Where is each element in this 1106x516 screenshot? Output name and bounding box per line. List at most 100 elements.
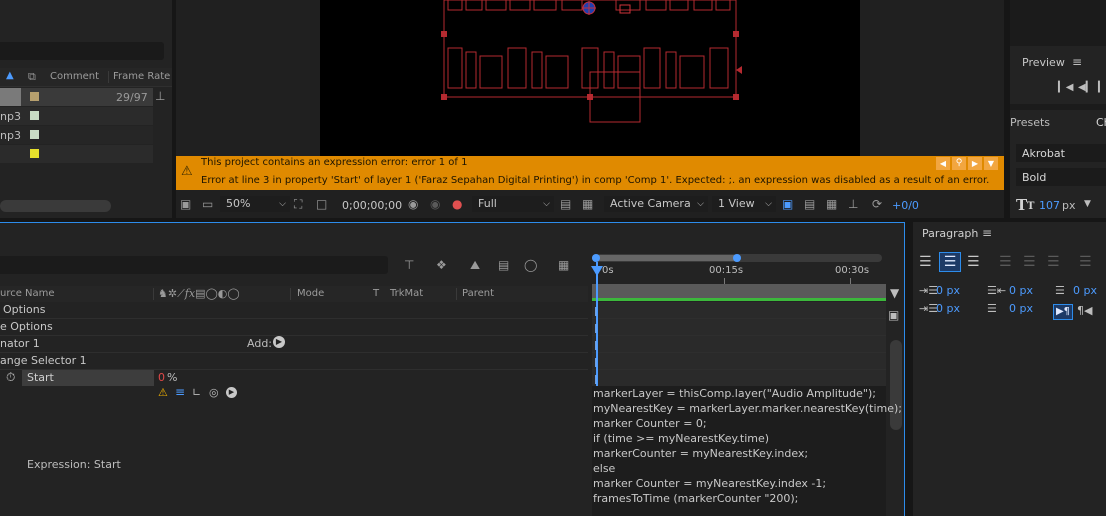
draft-3d-icon[interactable]: ❖ xyxy=(436,259,447,271)
stopwatch-icon[interactable]: ⏱ xyxy=(6,370,15,385)
chevron-down-icon[interactable]: ▼ xyxy=(1084,199,1091,209)
graph-icon[interactable]: ∟ xyxy=(192,386,201,399)
views-dropdown[interactable]: 1 View ⌵ xyxy=(712,196,776,212)
trkmat-header[interactable]: TrkMat xyxy=(390,288,423,299)
rtl-direction-icon[interactable]: ¶◀ xyxy=(1077,304,1092,317)
composition-mini-flowchart-icon[interactable]: ⊤ xyxy=(404,259,414,271)
layer-property-row[interactable]: e Options xyxy=(0,320,53,333)
effects-presets-tab[interactable]: Presets Ch xyxy=(1010,110,1106,136)
space-before-value[interactable]: 0 px xyxy=(1073,284,1097,297)
viewer-canvas[interactable] xyxy=(320,0,860,156)
panel-menu-icon[interactable]: ≡ xyxy=(1072,55,1082,69)
comment-column-header[interactable]: Comment xyxy=(50,71,99,82)
previous-error-button[interactable]: ◀ xyxy=(936,157,950,170)
sort-arrow-icon[interactable]: ▲ xyxy=(6,70,14,81)
align-center-icon[interactable]: ☰ xyxy=(939,252,961,272)
fit-frame-icon[interactable]: ⛶ xyxy=(294,198,302,210)
justify-left-icon[interactable]: ☰ xyxy=(999,254,1012,270)
camera-dropdown[interactable]: Active Camera ⌵ xyxy=(604,196,708,212)
timecode[interactable]: 0;00;00;00 xyxy=(342,199,402,212)
always-preview-icon[interactable]: ▣ xyxy=(180,198,191,210)
start-value[interactable]: 0 xyxy=(158,371,165,384)
project-scrollbar[interactable] xyxy=(0,200,111,212)
flowchart-icon[interactable]: ⊥ xyxy=(155,90,165,102)
layer-property-row[interactable]: ange Selector 1 xyxy=(0,354,87,367)
frame-rate-column-header[interactable]: Frame Rate xyxy=(113,71,170,82)
layer-property-row[interactable]: Options xyxy=(3,303,45,316)
parent-header[interactable]: Parent xyxy=(462,288,494,299)
transparency-grid-icon[interactable]: ▦ xyxy=(582,198,593,210)
justify-all-icon[interactable]: ☰ xyxy=(1079,254,1092,270)
region-toggle-icon[interactable]: ▤ xyxy=(560,198,571,210)
enable-expression-icon[interactable]: ≡ xyxy=(175,385,185,399)
navigator-range[interactable] xyxy=(592,255,737,261)
start-label: Start xyxy=(27,371,54,384)
preview-panel: Preview ≡ ▎◀ ◀▎ ▎ xyxy=(1010,48,1106,104)
frame-blending-icon[interactable]: ▤ xyxy=(498,259,509,271)
layer-duration-bar[interactable] xyxy=(592,298,886,301)
font-style-dropdown[interactable]: Bold xyxy=(1016,168,1106,186)
find-error-icon[interactable]: ⚲ xyxy=(952,157,966,170)
first-line-indent-value[interactable]: 0 px xyxy=(936,302,960,315)
time-navigator[interactable] xyxy=(592,254,882,262)
exposure-value[interactable]: +0/0 xyxy=(892,199,919,212)
motion-blur-icon[interactable]: ◯ xyxy=(524,259,537,271)
font-family-dropdown[interactable]: Akrobat xyxy=(1016,144,1106,162)
exposure-reset-icon[interactable]: ⟳ xyxy=(872,198,882,210)
expression-error-bar[interactable]: ⚠ This project contains an expression er… xyxy=(176,156,1004,190)
indent-left-value[interactable]: 0 px xyxy=(936,284,960,297)
show-snapshot-icon[interactable]: ◉ xyxy=(430,198,440,210)
justify-right-icon[interactable]: ☰ xyxy=(1047,254,1060,270)
character-tab[interactable]: Ch xyxy=(1096,116,1106,129)
playhead-handle-icon[interactable] xyxy=(591,266,603,276)
timeline-search-input[interactable] xyxy=(0,256,388,274)
panel-menu-icon[interactable]: ≡ xyxy=(982,226,992,240)
region-of-interest-icon[interactable]: □ xyxy=(316,198,327,210)
project-row[interactable]: 29/97 xyxy=(0,88,153,106)
indent-right-value[interactable]: 0 px xyxy=(1009,284,1033,297)
start-property-row[interactable]: ⏱ Start 0 % xyxy=(0,370,588,386)
align-left-icon[interactable]: ☰ xyxy=(919,254,932,270)
source-name-header[interactable]: urce Name xyxy=(0,288,55,299)
navigator-end-handle[interactable] xyxy=(733,254,741,262)
justify-center-icon[interactable]: ☰ xyxy=(1023,254,1036,270)
time-ruler[interactable]: 0s 00:15s 00:30s xyxy=(592,264,886,284)
play-icon[interactable]: ▎ xyxy=(1098,82,1106,93)
zoom-dropdown[interactable]: 50% ⌵ xyxy=(220,196,290,212)
layer-property-row[interactable]: nator 1 xyxy=(0,337,40,350)
previous-frame-icon[interactable]: ◀▎ xyxy=(1078,82,1093,93)
font-size-value[interactable]: 107 xyxy=(1039,199,1060,212)
t-header[interactable]: T xyxy=(373,288,379,299)
navigator-start-handle[interactable] xyxy=(592,254,600,262)
project-row[interactable]: np3 xyxy=(0,107,153,125)
switches-icons[interactable]: ♞✲⟋fx▤◯◐◯ xyxy=(158,287,240,301)
project-row[interactable] xyxy=(0,145,153,163)
project-row[interactable]: np3 xyxy=(0,126,153,144)
space-after-value[interactable]: 0 px xyxy=(1009,302,1033,315)
monitor-icon[interactable]: ▭ xyxy=(202,198,213,210)
comp-marker-icon[interactable]: ▼ xyxy=(890,286,899,300)
snapshot-camera-icon[interactable]: ◉ xyxy=(408,198,418,210)
expression-language-menu-icon[interactable]: ▶ xyxy=(226,387,237,398)
add-menu-button[interactable]: ▶ xyxy=(273,336,285,348)
flowchart-icon[interactable]: ⊥ xyxy=(848,198,858,210)
expression-error-icon[interactable]: ⚠ xyxy=(158,386,168,399)
color-channels-icon[interactable]: ● xyxy=(452,198,462,210)
mode-header[interactable]: Mode xyxy=(297,288,324,299)
pick-whip-icon[interactable]: ◎ xyxy=(209,386,219,399)
project-search-field[interactable] xyxy=(0,42,164,60)
label-tag-icon[interactable]: ⧉ xyxy=(28,70,36,84)
comp-button-icon[interactable]: ▣ xyxy=(888,308,899,322)
toggle-pixel-aspect-icon[interactable]: ▣ xyxy=(782,198,793,210)
hide-shy-layers-icon[interactable]: ⛰ xyxy=(470,259,480,271)
next-error-button[interactable]: ▶ xyxy=(968,157,982,170)
ltr-direction-icon[interactable]: ▶¶ xyxy=(1053,304,1073,320)
collapse-error-button[interactable]: ▼ xyxy=(984,157,998,170)
first-frame-icon[interactable]: ▎◀ xyxy=(1058,82,1073,93)
timeline-vertical-scrollbar[interactable] xyxy=(890,340,902,430)
resolution-dropdown[interactable]: Full ⌵ xyxy=(472,196,554,212)
timeline-icon[interactable]: ▦ xyxy=(826,198,837,210)
graph-editor-icon[interactable]: ▦ xyxy=(558,259,569,271)
align-right-icon[interactable]: ☰ xyxy=(967,254,980,270)
fast-previews-icon[interactable]: ▤ xyxy=(804,198,815,210)
